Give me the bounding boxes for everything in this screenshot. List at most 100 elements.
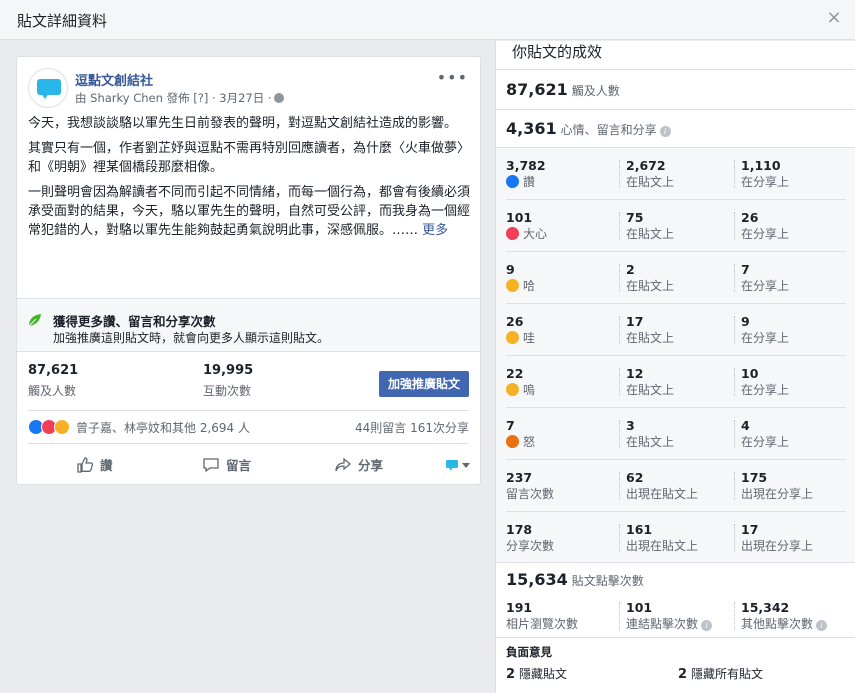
sad-emoji-icon bbox=[506, 383, 519, 396]
on-shares-label: 在分享上 bbox=[741, 435, 790, 449]
negative-feedback-title: 負面意見 bbox=[506, 645, 552, 659]
comments-on-post: 62 bbox=[626, 470, 644, 485]
breakdown-row-haha: 9哈 2 在貼文上 7 在分享上 bbox=[496, 252, 855, 304]
other-clicks-value: 15,342 bbox=[741, 600, 790, 615]
breakdown-row-like: 3,782 讚 2,672 在貼文上 1,110 在分享上 bbox=[496, 148, 855, 200]
appears-on-post-label: 出現在貼文上 bbox=[626, 487, 699, 501]
angry-on-shares: 4 bbox=[741, 418, 750, 433]
reaction-names[interactable]: 曾子嘉、林亭妏和其他 2,694 人 bbox=[76, 419, 250, 436]
engagement-total-label: 心情、留言和分享 bbox=[560, 123, 657, 137]
wow-reaction-icon bbox=[54, 419, 70, 435]
engagement-value: 19,995 bbox=[203, 363, 254, 378]
on-shares-label: 在分享上 bbox=[741, 279, 790, 293]
info-icon[interactable]: i bbox=[701, 620, 713, 631]
love-label: 大心 bbox=[523, 227, 548, 241]
breakdown-row-wow: 26 哇 17 在貼文上 9 在分享上 bbox=[496, 304, 855, 356]
on-shares-label: 在分享上 bbox=[741, 175, 790, 189]
post-stats: 87,621 觸及人數 19,995 互動次數 加強推廣貼文 bbox=[17, 363, 480, 403]
engagement-label: 互動次數 bbox=[203, 384, 252, 398]
on-post-label: 在貼文上 bbox=[626, 175, 675, 189]
info-icon[interactable]: i bbox=[659, 126, 671, 137]
boost-title: 獲得更多讚、留言和分享次數 bbox=[53, 314, 216, 329]
breakdown-row-comments: 237 留言次數 62 出現在貼文上 175 出現在分享上 bbox=[496, 460, 855, 512]
comment-share-counts[interactable]: 44則留言 161次分享 bbox=[355, 419, 469, 436]
on-shares-label: 在分享上 bbox=[741, 383, 790, 397]
on-post-label: 在貼文上 bbox=[626, 383, 675, 397]
appears-on-shares-label: 出現在分享上 bbox=[741, 539, 814, 553]
clicks-summary: 15,634 貼文點擊次數 bbox=[506, 570, 644, 589]
see-more-link[interactable]: 更多 bbox=[422, 223, 448, 238]
reaction-icons[interactable] bbox=[28, 419, 76, 435]
sad-on-shares: 10 bbox=[741, 366, 759, 381]
haha-on-shares: 7 bbox=[741, 262, 750, 277]
link-clicks-label: 連結點擊次數 bbox=[626, 617, 699, 631]
wow-on-post: 17 bbox=[626, 314, 644, 329]
like-on-shares: 1,110 bbox=[741, 158, 781, 173]
globe-icon bbox=[273, 93, 284, 103]
post-header: 逗點文創結社 由 Sharky Chen 發佈 [?] · 3月27日 · ••… bbox=[28, 68, 468, 108]
wow-total: 26 bbox=[506, 314, 524, 329]
comment-button[interactable]: 留言 bbox=[202, 455, 251, 474]
post-card: 逗點文創結社 由 Sharky Chen 發佈 [?] · 3月27日 · ••… bbox=[16, 56, 481, 485]
engagement-summary: 4,361 心情、留言和分享 i bbox=[506, 119, 671, 138]
reach-label: 觸及人數 bbox=[28, 384, 77, 398]
shares-on-shares: 17 bbox=[741, 522, 759, 537]
breakdown-row-angry: 7怒 3 在貼文上 4 在分享上 bbox=[496, 408, 855, 460]
info-icon[interactable]: i bbox=[816, 620, 828, 631]
appears-on-shares-label: 出現在分享上 bbox=[741, 487, 814, 501]
post-paragraph-3: 一則聲明會因為解讀者不同而引起不同情緒，而每一個行為，都會有後續必須承受面對的結… bbox=[28, 183, 472, 240]
like-on-post: 2,672 bbox=[626, 158, 666, 173]
comments-total: 237 bbox=[506, 470, 533, 485]
photo-views-value: 191 bbox=[506, 600, 533, 615]
shares-on-post: 161 bbox=[626, 522, 653, 537]
page-icon-dropdown bbox=[446, 460, 470, 471]
angry-label: 怒 bbox=[523, 435, 536, 449]
share-icon bbox=[335, 457, 352, 472]
page-avatar[interactable] bbox=[28, 68, 68, 108]
post-meta-text: 由 Sharky Chen 發佈 [?] · 3月27日 · bbox=[75, 91, 272, 105]
boost-post-button[interactable]: 加強推廣貼文 bbox=[379, 371, 469, 397]
on-post-label: 在貼文上 bbox=[626, 435, 675, 449]
like-label: 讚 bbox=[523, 175, 536, 189]
divider bbox=[28, 443, 469, 444]
boost-promo: 獲得更多讚、留言和分享次數 加強推廣這則貼文時，就會向更多人顯示這則貼文。 bbox=[17, 298, 480, 352]
performance-panel: 你貼文的成效 87,621 觸及人數 4,361 心情、留言和分享 i 3,782 讚 … bbox=[495, 41, 855, 693]
dialog-header: 貼文詳細資料 × bbox=[0, 0, 855, 40]
more-options-icon[interactable]: ••• bbox=[437, 68, 468, 87]
like-label: 讚 bbox=[100, 458, 113, 473]
post-preview-area: 逗點文創結社 由 Sharky Chen 發佈 [?] · 3月27日 · ••… bbox=[0, 41, 495, 693]
post-meta: 由 Sharky Chen 發佈 [?] · 3月27日 · bbox=[75, 90, 284, 106]
comment-icon bbox=[203, 458, 219, 473]
haha-on-post: 2 bbox=[626, 262, 635, 277]
audience-dropdown[interactable] bbox=[446, 459, 472, 474]
on-shares-label: 在分享上 bbox=[741, 227, 790, 241]
comments-on-shares: 175 bbox=[741, 470, 768, 485]
shares-label: 分享次數 bbox=[506, 539, 555, 553]
clicks-total-label: 貼文點擊次數 bbox=[571, 574, 644, 588]
like-total: 3,782 bbox=[506, 158, 546, 173]
share-button[interactable]: 分享 bbox=[334, 455, 383, 474]
angry-emoji-icon bbox=[506, 435, 519, 448]
page-name-link[interactable]: 逗點文創結社 bbox=[75, 70, 153, 89]
haha-total: 9 bbox=[506, 262, 515, 277]
wow-on-shares: 9 bbox=[741, 314, 750, 329]
post-paragraph-3-text: 一則聲明會因為解讀者不同而引起不同情緒，而每一個行為，都會有後續必須承受面對的結… bbox=[28, 185, 471, 238]
wow-emoji-icon bbox=[506, 331, 519, 344]
share-label: 分享 bbox=[358, 458, 384, 473]
shares-total: 178 bbox=[506, 522, 533, 537]
leaf-icon bbox=[28, 314, 41, 327]
close-icon[interactable]: × bbox=[825, 9, 843, 27]
reach-summary: 87,621 觸及人數 bbox=[506, 80, 620, 99]
reactions-summary: 曾子嘉、林亭妏和其他 2,694 人 44則留言 161次分享 bbox=[28, 417, 469, 437]
engagement-breakdown: 3,782 讚 2,672 在貼文上 1,110 在分享上 101 大心 75 在貼文上 … bbox=[496, 147, 855, 563]
sad-on-post: 12 bbox=[626, 366, 644, 381]
on-post-label: 在貼文上 bbox=[626, 227, 675, 241]
hide-all-posts-stat: 2 隱藏所有貼文 bbox=[678, 667, 764, 682]
post-paragraph-2: 其實只有一個，作者劉芷妤與逗點不需再特別回應讀者，為什麼〈火車做夢〉和《明朝》裡… bbox=[28, 141, 471, 175]
like-button[interactable]: 讚 bbox=[76, 455, 113, 474]
love-on-post: 75 bbox=[626, 210, 644, 225]
reach-total: 87,621 bbox=[506, 80, 568, 99]
haha-label: 哈 bbox=[523, 279, 536, 293]
performance-title: 你貼文的成效 bbox=[512, 43, 603, 61]
breakdown-row-sad: 22 嗚 12 在貼文上 10 在分享上 bbox=[496, 356, 855, 408]
